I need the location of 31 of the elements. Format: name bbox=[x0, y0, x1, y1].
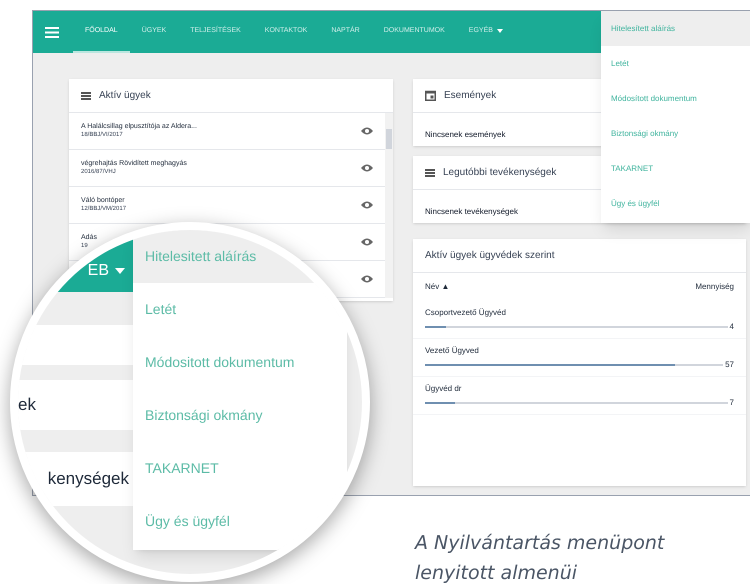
column-header[interactable]: Mennyiség bbox=[695, 281, 734, 293]
eye-icon[interactable] bbox=[361, 127, 373, 135]
case-count: 57 bbox=[725, 358, 734, 370]
menu-icon[interactable] bbox=[45, 26, 59, 38]
eye-icon[interactable] bbox=[361, 275, 373, 283]
column-header[interactable]: Név ▲ bbox=[425, 281, 450, 293]
card-title: ek bbox=[18, 394, 36, 416]
nav-tab[interactable]: EB bbox=[88, 262, 109, 280]
caption-text: lenyitott almenüi bbox=[415, 561, 578, 584]
empty-message: Nincsenek események bbox=[425, 130, 506, 139]
menu-item[interactable]: Hitelesített aláírás bbox=[601, 11, 750, 46]
card-title: Aktív ügyek bbox=[99, 89, 151, 103]
empty-message: Nincsenek tevékenységek bbox=[425, 207, 518, 216]
lawyer-name: Vezető Ügyved bbox=[425, 344, 480, 356]
lawyer-name: Ügyvéd dr bbox=[425, 382, 462, 394]
caption-text: A Nyilvántartás menüpont bbox=[415, 531, 664, 556]
list-icon bbox=[425, 168, 435, 176]
calendar-icon bbox=[425, 90, 436, 101]
card-title: Események bbox=[444, 89, 496, 103]
caret-icon bbox=[115, 268, 125, 274]
lawyer-name: Csoportvezető Ügyvéd bbox=[425, 306, 507, 318]
list-icon bbox=[81, 92, 91, 100]
eye-icon[interactable] bbox=[361, 164, 373, 172]
card-title: Legutóbbi tevékenységek bbox=[443, 166, 556, 180]
scrollbar[interactable] bbox=[385, 113, 393, 298]
case-count: 7 bbox=[730, 396, 734, 408]
eye-icon[interactable] bbox=[361, 238, 373, 246]
eye-icon[interactable] bbox=[361, 201, 373, 209]
card-title: kenységek bbox=[48, 468, 129, 490]
card-title: Aktív ügyek ügyvédek szerint bbox=[425, 249, 555, 263]
case-count: 4 bbox=[730, 320, 734, 332]
